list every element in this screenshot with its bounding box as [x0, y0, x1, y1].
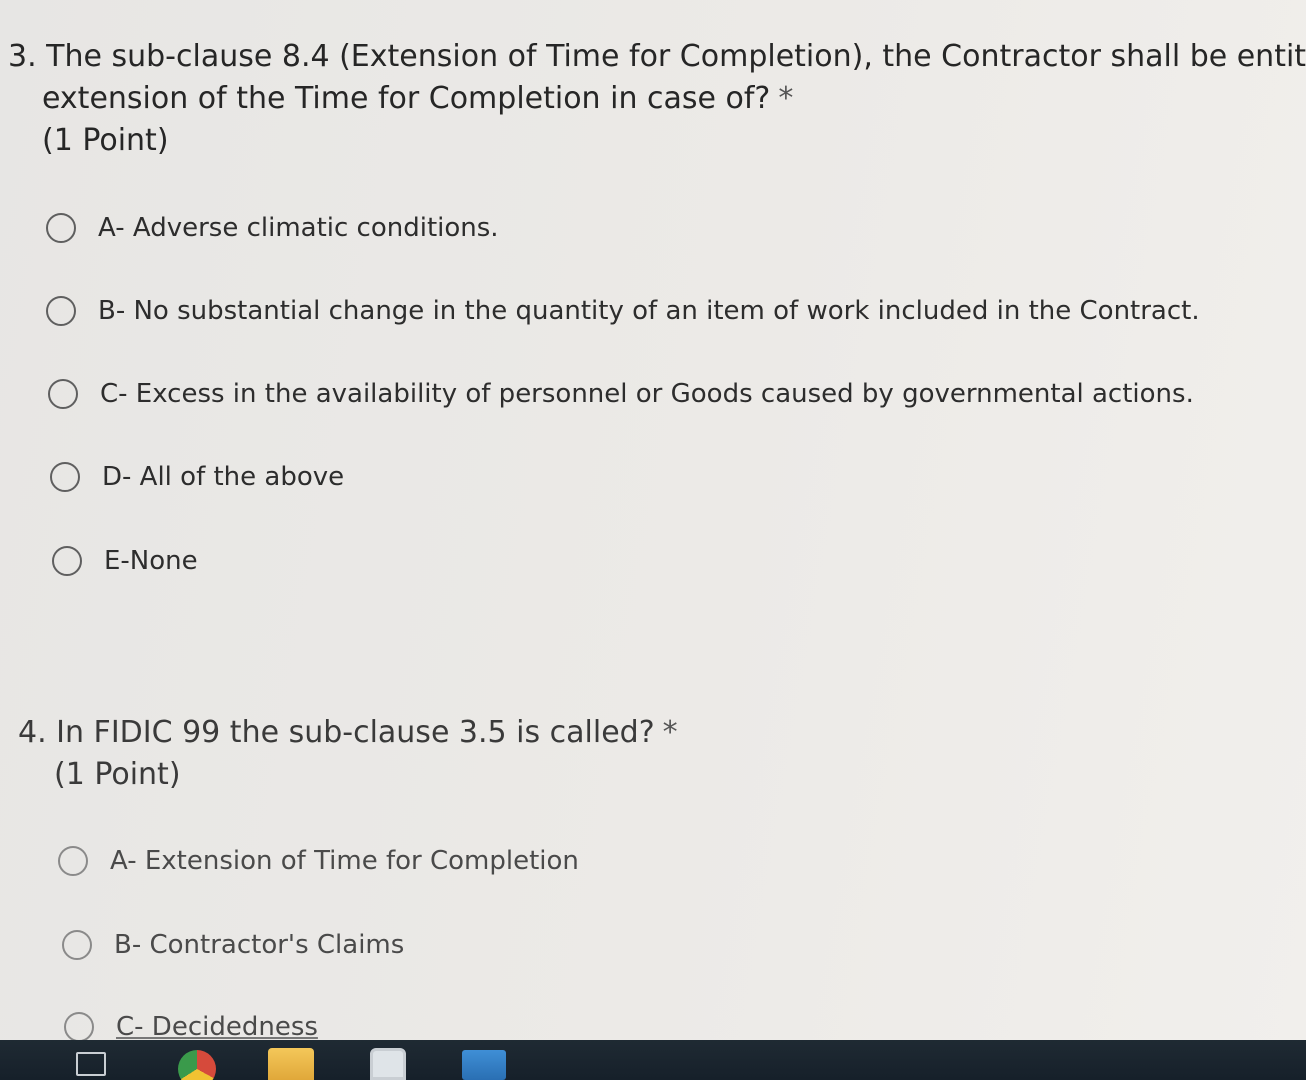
option-label: B- No substantial change in the quantity… [98, 296, 1200, 326]
radio-circle-icon[interactable] [64, 1012, 94, 1042]
option-label: C- Excess in the availability of personn… [100, 379, 1194, 409]
question-4-title-text: 4. In FIDIC 99 the sub-clause 3.5 is cal… [18, 715, 655, 750]
option-label: A- Adverse climatic conditions. [98, 213, 499, 243]
question-4-option-b[interactable]: B- Contractor's Claims [62, 930, 404, 960]
question-4-option-a[interactable]: A- Extension of Time for Completion [58, 846, 579, 876]
option-label: E-None [104, 546, 198, 576]
windows-taskbar [0, 1040, 1306, 1080]
question-4-title-line: 4. In FIDIC 99 the sub-clause 3.5 is cal… [18, 712, 1218, 754]
radio-circle-icon[interactable] [46, 213, 76, 243]
question-3-title-text: extension of the Time for Completion in … [42, 81, 771, 116]
question-3: 3. The sub-clause 8.4 (Extension of Time… [8, 36, 1306, 162]
question-3-option-e[interactable]: E-None [52, 546, 198, 576]
radio-circle-icon[interactable] [48, 379, 78, 409]
question-3-option-c[interactable]: C- Excess in the availability of personn… [48, 379, 1194, 409]
option-label: A- Extension of Time for Completion [110, 846, 579, 876]
question-3-option-a[interactable]: A- Adverse climatic conditions. [46, 213, 499, 243]
option-label: B- Contractor's Claims [114, 930, 405, 960]
option-label: D- All of the above [102, 462, 345, 492]
question-3-title-line-2: extension of the Time for Completion in … [8, 78, 1306, 120]
chrome-icon[interactable] [178, 1050, 216, 1080]
form-page: 3. The sub-clause 8.4 (Extension of Time… [0, 0, 1306, 1080]
radio-circle-icon[interactable] [50, 462, 80, 492]
required-asterisk: * [778, 81, 794, 116]
question-3-option-b[interactable]: B- No substantial change in the quantity… [46, 296, 1200, 326]
required-asterisk: * [662, 715, 678, 750]
question-4-option-c[interactable]: C- Decidedness [64, 1012, 318, 1042]
radio-circle-icon[interactable] [46, 296, 76, 326]
option-label: C- Decidedness [116, 1012, 318, 1042]
file-explorer-icon[interactable] [268, 1048, 314, 1080]
radio-circle-icon[interactable] [58, 846, 88, 876]
store-icon[interactable] [370, 1048, 406, 1080]
question-4-points: (1 Point) [54, 757, 181, 792]
task-view-icon[interactable] [76, 1052, 106, 1076]
radio-circle-icon[interactable] [52, 546, 82, 576]
mail-icon[interactable] [462, 1050, 506, 1080]
question-3-title-line-1: 3. The sub-clause 8.4 (Extension of Time… [8, 39, 1306, 74]
question-3-option-d[interactable]: D- All of the above [50, 462, 344, 492]
radio-circle-icon[interactable] [62, 930, 92, 960]
question-3-points: (1 Point) [42, 123, 169, 158]
question-4: 4. In FIDIC 99 the sub-clause 3.5 is cal… [18, 712, 1218, 796]
